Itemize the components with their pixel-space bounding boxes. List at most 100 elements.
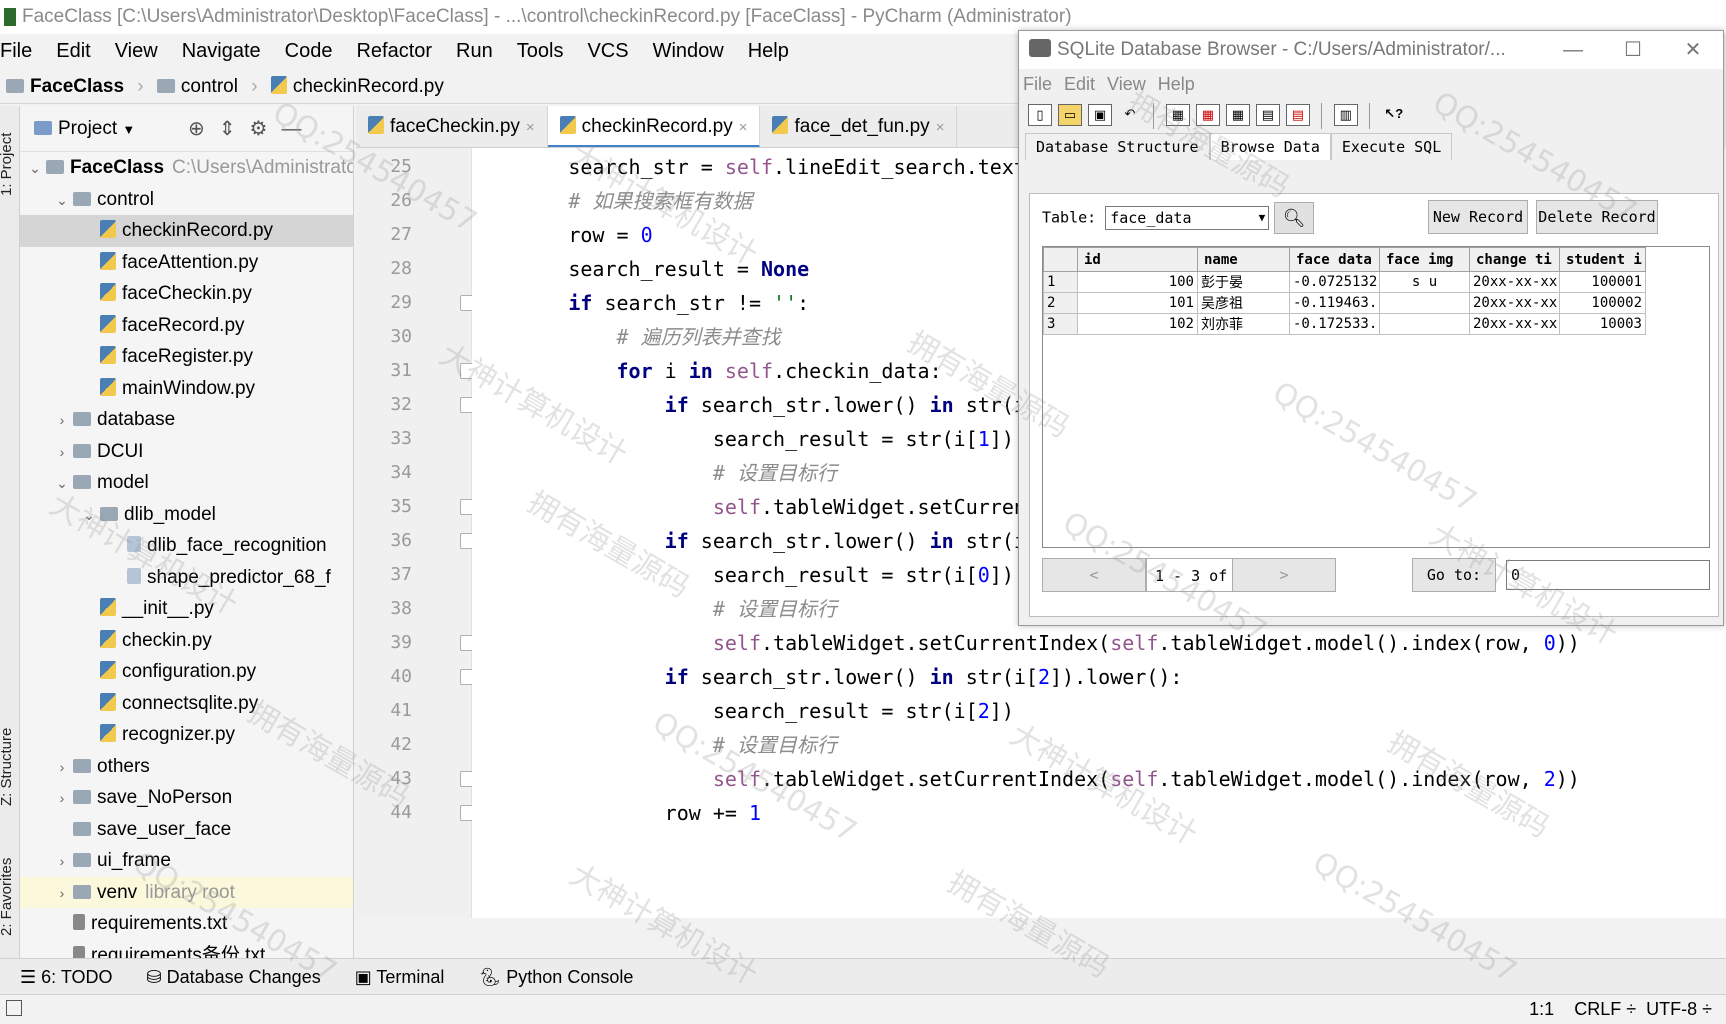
menu-window[interactable]: Window [653,40,724,62]
delete-record-button[interactable]: Delete Record [1536,200,1658,234]
favorites-tool-tab[interactable]: 2: Favorites [0,858,15,936]
chevron-right-icon[interactable]: › [51,405,73,437]
table-combo[interactable]: face_data ▼ [1105,206,1270,230]
undo-icon[interactable]: ↶ [1118,104,1142,126]
file-encoding[interactable]: UTF-8 [1646,999,1697,1019]
tree-item[interactable]: › venv library root [20,876,353,910]
grid-cell[interactable]: 20xx-xx-xx [1469,271,1560,293]
chevron-right-icon[interactable]: › [51,437,73,469]
data-grid[interactable]: id name face data face img change ti student … [1042,246,1710,548]
tree-item[interactable]: mainWindow.py [20,373,353,405]
grid-column-header[interactable]: id [1077,247,1198,272]
save-icon[interactable]: ▣ [1088,104,1112,126]
prev-page-button[interactable]: < [1042,558,1146,592]
grid-column-header[interactable]: change ti [1469,247,1560,272]
grid-cell[interactable]: s u [1379,271,1470,293]
tree-item[interactable]: ⌄ FaceClass C:\Users\Administrator [20,152,353,184]
grid-cell[interactable]: -0.172533.. [1289,313,1380,335]
tree-item[interactable]: faceRegister.py [20,341,353,373]
whats-this-icon[interactable]: ↖? [1382,104,1406,126]
table-row[interactable]: 3 102 刘亦菲 -0.172533.. 20xx-xx-xx 10003 [1043,313,1646,335]
tree-item[interactable]: ⌄ control [20,184,353,216]
open-database-icon[interactable]: ▭ [1058,104,1082,126]
row-number[interactable]: 3 [1043,313,1078,335]
tree-item[interactable]: › ui_frame [20,845,353,877]
next-page-button[interactable]: > [1232,558,1336,592]
close-tab-icon[interactable]: × [739,119,748,136]
toggle-panels-icon[interactable] [6,1000,22,1016]
chevron-down-icon[interactable]: ⌄ [24,153,46,185]
grid-column-header[interactable]: name [1197,247,1290,272]
goto-button[interactable]: Go to: [1412,558,1496,592]
chevron-right-icon[interactable]: › [51,878,73,910]
grid-cell[interactable] [1379,292,1470,314]
grid-cell[interactable]: -0.0725132. [1289,271,1380,293]
tree-item[interactable]: shape_predictor_68_f [20,562,353,594]
menu-help[interactable]: Help [748,40,789,62]
breadcrumb-project[interactable]: FaceClass [30,76,124,97]
locate-icon[interactable]: ⊕ [188,118,219,140]
tree-item[interactable]: › others [20,751,353,783]
breadcrumb-file[interactable]: checkinRecord.py [293,76,444,97]
menu-vcs[interactable]: VCS [587,40,628,62]
tree-item[interactable]: › DCUI [20,436,353,468]
menu-navigate[interactable]: Navigate [182,40,261,62]
menu-file[interactable]: File [0,40,32,62]
grid-column-header[interactable]: face data [1289,247,1380,272]
grid-cell[interactable]: 彭于晏 [1197,271,1290,293]
tree-item[interactable]: __init__.py [20,593,353,625]
structure-tool-tab[interactable]: Z: Structure [0,728,15,806]
gear-icon[interactable]: ⚙ [250,118,282,140]
new-record-button[interactable]: New Record [1428,200,1528,234]
menu-code[interactable]: Code [285,40,333,62]
grid-cell[interactable]: 102 [1077,313,1198,335]
preferences-icon[interactable]: ▥ [1333,104,1358,126]
tool-window-0[interactable]: ☰ 6: TODO [20,967,113,987]
tree-item[interactable]: ⌄ model [20,467,353,499]
project-view-selector[interactable]: Project [58,118,117,139]
grid-cell[interactable]: -0.119463.. [1289,292,1380,314]
grid-corner[interactable] [1043,247,1078,272]
delete-table-icon[interactable]: ▦ [1195,104,1220,126]
chevron-down-icon[interactable]: ⌄ [51,468,73,500]
tree-item[interactable]: configuration.py [20,656,353,688]
modify-table-icon[interactable]: ▦ [1225,104,1250,126]
grid-cell[interactable]: 10003 [1559,313,1646,335]
chevron-down-icon[interactable]: ⌄ [51,185,73,217]
sqlite-tab[interactable]: Execute SQL [1330,133,1453,160]
line-separator[interactable]: CRLF [1574,999,1621,1019]
menu-tools[interactable]: Tools [517,40,564,62]
project-tool-tab[interactable]: 1: Project [0,133,15,196]
tree-item[interactable]: faceAttention.py [20,247,353,279]
chevron-down-icon[interactable]: ▼ [122,122,135,137]
editor-tab[interactable]: checkinRecord.py × [547,106,761,147]
grid-cell[interactable]: 100001 [1559,271,1646,293]
table-row[interactable]: 2 101 吴彦祖 -0.119463.. 20xx-xx-xx 100002 [1043,292,1646,314]
caret-position[interactable]: 1:1 [1529,999,1554,1019]
sqlite-tab[interactable]: Browse Data [1209,133,1331,160]
minimize-icon[interactable]: — [1543,31,1603,69]
close-icon[interactable]: ✕ [1663,31,1723,69]
menu-run[interactable]: Run [456,40,493,62]
grid-cell[interactable]: 20xx-xx-xx [1469,292,1560,314]
table-row[interactable]: 1 100 彭于晏 -0.0725132. s u 20xx-xx-xx 100001 [1043,271,1646,293]
grid-cell[interactable]: 101 [1077,292,1198,314]
tree-item[interactable]: faceRecord.py [20,310,353,342]
menu-edit[interactable]: Edit [56,40,90,62]
find-button[interactable]: 🔍︎ [1274,202,1314,234]
tree-item[interactable]: recognizer.py [20,719,353,751]
delete-index-icon[interactable]: ▤ [1285,104,1310,126]
chevron-right-icon[interactable]: › [51,783,73,815]
close-tab-icon[interactable]: × [526,119,535,136]
menu-view[interactable]: View [115,40,158,62]
maximize-icon[interactable]: ☐ [1603,31,1663,69]
grid-cell[interactable]: 20xx-xx-xx [1469,313,1560,335]
close-tab-icon[interactable]: × [936,119,945,136]
tree-item[interactable]: checkinRecord.py [20,215,353,247]
tool-window-2[interactable]: ▣ Terminal [355,967,445,987]
breadcrumb-folder[interactable]: control [181,76,238,97]
row-number[interactable]: 1 [1043,271,1078,293]
grid-cell[interactable]: 刘亦菲 [1197,313,1290,335]
tool-window-1[interactable]: ⛁ Database Changes [147,967,321,987]
tree-item[interactable]: ⌄ dlib_model [20,499,353,531]
